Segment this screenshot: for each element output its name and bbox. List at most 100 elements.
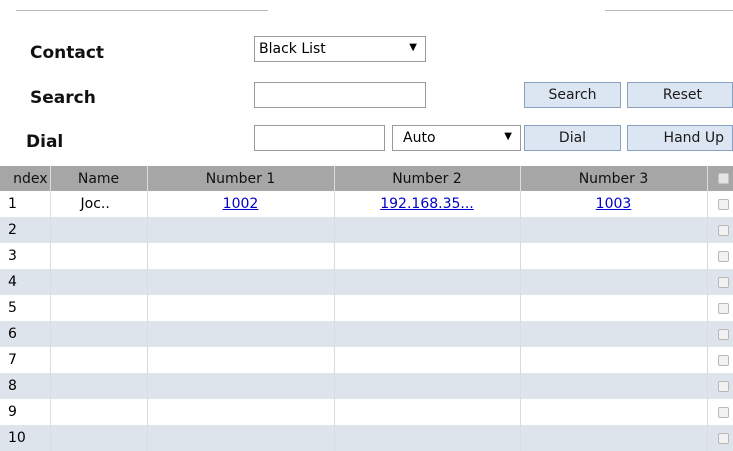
row-checkbox[interactable] [717,406,729,418]
column-header-name: Name [50,166,148,191]
row-number3 [520,321,708,347]
row-number1 [147,295,335,321]
row-number2 [334,373,521,399]
table-row[interactable]: 6 [0,321,733,347]
top-divider-left [16,10,268,11]
row-select [707,269,733,295]
reset-button[interactable]: Reset [627,82,733,108]
row-index: 9 [0,399,51,425]
row-name [50,399,148,425]
row-index: 5 [0,295,51,321]
contact-table: ndex Name Number 1 Number 2 Number 3 1 J… [0,166,733,451]
row-number1 [147,243,335,269]
table-row[interactable]: 4 [0,269,733,295]
contact-select-value: Black List [259,41,326,57]
row-select [707,373,733,399]
row-number1 [147,217,335,243]
row-name [50,321,148,347]
row-checkbox[interactable] [717,250,729,262]
row-number3 [520,425,708,451]
row-name [50,373,148,399]
top-divider-right [605,10,733,11]
row-checkbox[interactable] [717,432,729,444]
row-index: 3 [0,243,51,269]
row-number2 [334,217,521,243]
row-number3 [520,347,708,373]
column-header-number3: Number 3 [520,166,708,191]
dial-mode-value: Auto [403,130,436,146]
row-number3 [520,243,708,269]
row-select [707,425,733,451]
search-button[interactable]: Search [524,82,621,108]
table-row[interactable]: 5 [0,295,733,321]
search-input[interactable] [254,82,426,108]
table-row[interactable]: 2 [0,217,733,243]
row-checkbox[interactable] [717,328,729,340]
search-label: Search [30,88,96,108]
dropdown-arrow-icon: ▼ [409,42,417,53]
row-name [50,295,148,321]
number1-link[interactable]: 1002 [223,196,259,212]
row-checkbox[interactable] [717,380,729,392]
contact-label: Contact [30,43,105,63]
row-number3 [520,269,708,295]
row-number2 [334,269,521,295]
row-number1 [147,373,335,399]
row-index: 10 [0,425,51,451]
row-select [707,243,733,269]
row-index: 2 [0,217,51,243]
column-header-number1: Number 1 [147,166,335,191]
row-name: Joc.. [50,191,148,217]
row-name [50,217,148,243]
number3-link[interactable]: 1003 [596,196,632,212]
row-checkbox[interactable] [717,302,729,314]
dropdown-arrow-icon: ▼ [504,131,512,142]
column-header-index: ndex [0,166,51,191]
dial-button[interactable]: Dial [524,125,621,151]
row-index: 6 [0,321,51,347]
row-number1 [147,347,335,373]
row-checkbox[interactable] [717,224,729,236]
table-row[interactable]: 10 [0,425,733,451]
row-number3 [520,295,708,321]
contact-select[interactable]: Black List ▼ [254,36,426,62]
row-number1: 1002 [147,191,335,217]
table-row[interactable]: 7 [0,347,733,373]
row-name [50,243,148,269]
row-number3 [520,373,708,399]
table-row[interactable]: 1 Joc.. 1002 192.168.35... 1003 [0,191,733,217]
row-checkbox[interactable] [717,354,729,366]
number2-link[interactable]: 192.168.35... [380,196,474,212]
row-select [707,347,733,373]
row-number2 [334,425,521,451]
row-index: 7 [0,347,51,373]
hang-up-button[interactable]: Hand Up [627,125,733,151]
column-header-select [707,166,733,191]
row-number1 [147,269,335,295]
dial-input[interactable] [254,125,385,151]
row-checkbox[interactable] [717,276,729,288]
row-name [50,347,148,373]
row-number2 [334,243,521,269]
row-select [707,321,733,347]
row-name [50,269,148,295]
row-select [707,217,733,243]
dial-label: Dial [26,132,64,152]
row-checkbox[interactable] [717,198,729,210]
row-number1 [147,399,335,425]
table-row[interactable]: 3 [0,243,733,269]
row-number1 [147,321,335,347]
row-index: 4 [0,269,51,295]
row-number3 [520,399,708,425]
row-number3: 1003 [520,191,708,217]
row-number2 [334,295,521,321]
table-row[interactable]: 9 [0,399,733,425]
row-select [707,191,733,217]
table-row[interactable]: 8 [0,373,733,399]
row-select [707,399,733,425]
column-header-number2: Number 2 [334,166,521,191]
dial-mode-select[interactable]: Auto ▼ [392,125,521,151]
select-all-checkbox[interactable] [717,173,729,184]
row-name [50,425,148,451]
row-index: 1 [0,191,51,217]
